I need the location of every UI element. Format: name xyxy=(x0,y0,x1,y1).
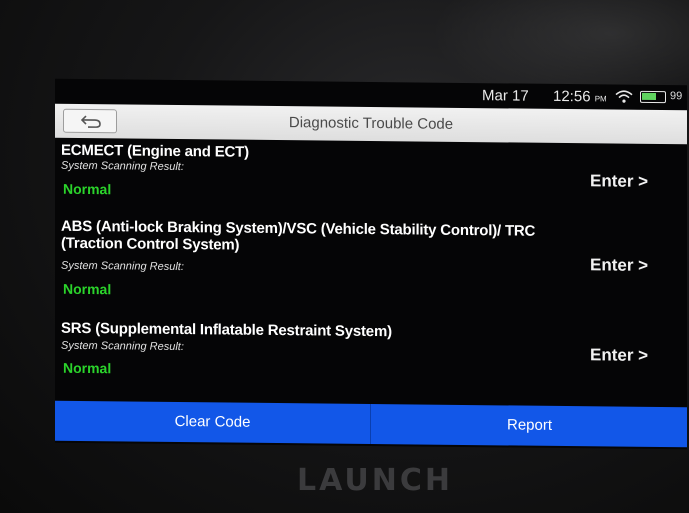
status-normal: Normal xyxy=(63,359,112,377)
battery-percent: 99 xyxy=(670,90,683,103)
list-item[interactable]: ABS (Anti-lock Braking System)/VSC (Vehi… xyxy=(55,218,687,325)
enter-button[interactable]: Enter > xyxy=(590,345,648,366)
page-title: Diagnostic Trouble Code xyxy=(288,114,454,133)
device-frame: Mar 17 12:56 PM 99 Diagnostic Trouble Co… xyxy=(0,0,689,513)
status-time: 12:56 PM xyxy=(553,87,607,106)
device-screen: Mar 17 12:56 PM 99 Diagnostic Trouble Co… xyxy=(55,78,687,450)
result-label: System Scanning Result: xyxy=(61,159,184,174)
clear-code-button[interactable]: Clear Code xyxy=(55,400,371,444)
battery-icon xyxy=(640,90,666,104)
list-item[interactable]: ECMECT (Engine and ECT) System Scanning … xyxy=(55,138,687,225)
brand-logo: LAUNCH xyxy=(296,463,453,498)
enter-button[interactable]: Enter > xyxy=(590,255,648,276)
status-ampm: PM xyxy=(594,94,607,104)
action-bar: Clear Code Report xyxy=(55,400,687,448)
system-name: ABS (Anti-lock Braking System)/VSC (Vehi… xyxy=(61,217,536,254)
status-normal: Normal xyxy=(63,280,112,298)
list-item[interactable]: SRS (Supplemental Inflatable Restraint S… xyxy=(55,320,687,407)
enter-button[interactable]: Enter > xyxy=(590,171,648,192)
result-label: System Scanning Result: xyxy=(61,259,184,274)
result-label: System Scanning Result: xyxy=(61,339,184,354)
wifi-icon xyxy=(615,90,633,103)
status-normal: Normal xyxy=(63,180,112,198)
system-list: ECMECT (Engine and ECT) System Scanning … xyxy=(55,138,687,407)
system-name: SRS (Supplemental Inflatable Restraint S… xyxy=(61,319,392,341)
report-button[interactable]: Report xyxy=(372,404,687,447)
status-date: Mar 17 xyxy=(482,87,529,105)
